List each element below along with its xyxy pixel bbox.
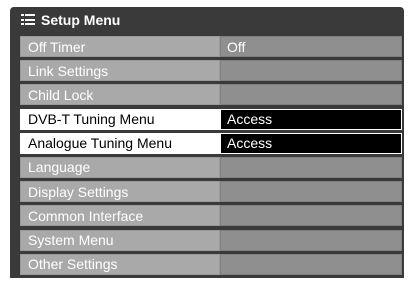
menu-item-value xyxy=(220,181,402,203)
menu-item-off-timer[interactable]: Off Timer Off xyxy=(20,36,402,57)
menu-title: Setup Menu xyxy=(41,11,121,28)
menu-item-common-interface[interactable]: Common Interface xyxy=(20,205,402,227)
menu-item-label: Analogue Tuning Menu xyxy=(20,132,220,154)
menu-item-dvb-t-tuning-menu[interactable]: DVB-T Tuning Menu Access xyxy=(20,108,402,130)
menu-items-list: Off Timer Off Link Settings Child Lock D… xyxy=(20,36,402,278)
menu-item-label: Link Settings xyxy=(20,60,220,82)
menu-item-value xyxy=(220,84,402,106)
menu-item-child-lock[interactable]: Child Lock xyxy=(20,84,402,106)
menu-item-link-settings[interactable]: Link Settings xyxy=(20,60,402,82)
menu-item-label: Language xyxy=(20,156,220,178)
menu-item-value xyxy=(220,205,402,227)
menu-list-icon xyxy=(21,14,35,25)
menu-item-value: Off xyxy=(220,36,402,57)
menu-item-label: System Menu xyxy=(20,229,220,251)
menu-item-label: DVB-T Tuning Menu xyxy=(20,108,220,130)
menu-item-value xyxy=(220,60,402,82)
menu-item-other-settings[interactable]: Other Settings xyxy=(20,253,402,275)
menu-item-value: Access xyxy=(220,108,402,130)
menu-item-label: Child Lock xyxy=(20,84,220,106)
setup-menu-panel: Setup Menu Off Timer Off Link Settings C… xyxy=(10,7,404,278)
menu-item-value xyxy=(220,229,402,251)
menu-item-analogue-tuning-menu[interactable]: Analogue Tuning Menu Access xyxy=(20,132,402,154)
menu-item-language[interactable]: Language xyxy=(20,156,402,178)
menu-item-value xyxy=(220,156,402,178)
menu-item-label: Other Settings xyxy=(20,253,220,275)
menu-item-display-settings[interactable]: Display Settings xyxy=(20,181,402,203)
menu-item-label: Common Interface xyxy=(20,205,220,227)
menu-item-value xyxy=(220,253,402,275)
menu-item-label: Off Timer xyxy=(20,36,220,57)
menu-item-value: Access xyxy=(220,132,402,154)
menu-header: Setup Menu xyxy=(10,7,404,32)
menu-item-label: Display Settings xyxy=(20,181,220,203)
menu-item-system-menu[interactable]: System Menu xyxy=(20,229,402,251)
